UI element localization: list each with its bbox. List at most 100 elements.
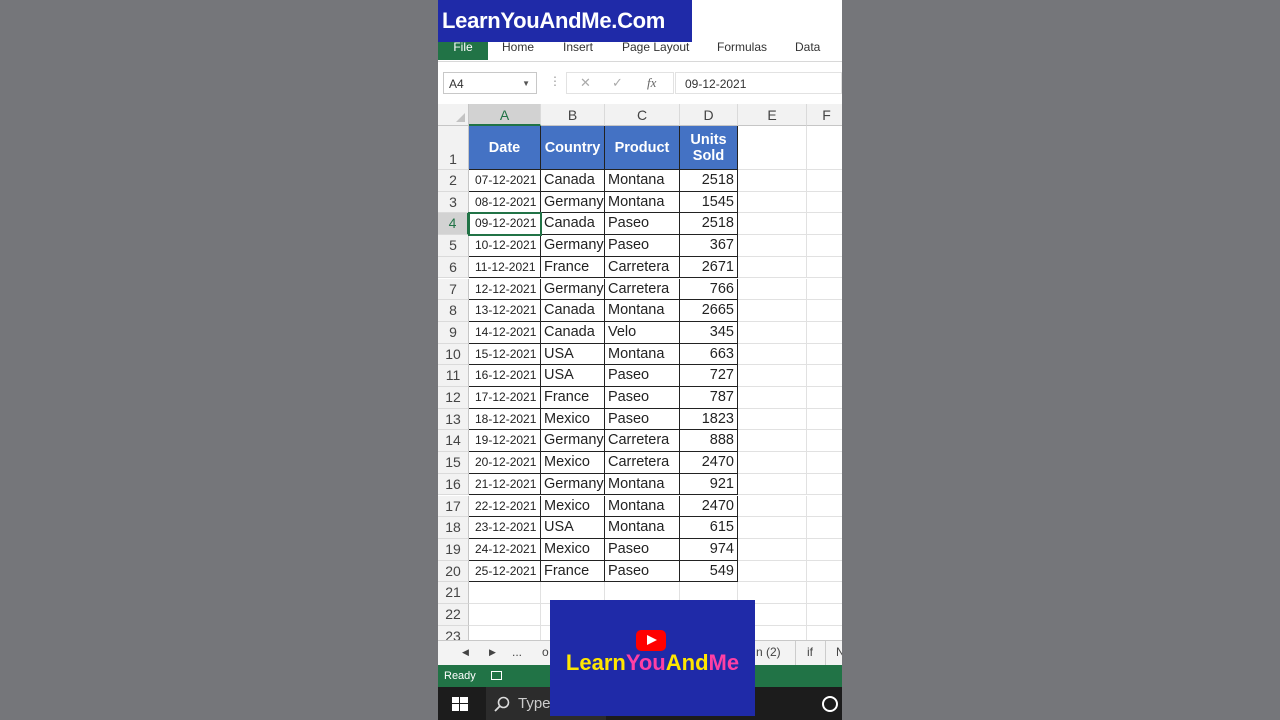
table-cell[interactable]: 15-12-2021 [469,343,541,366]
row-header-13[interactable]: 13 [438,408,469,431]
empty-cell[interactable] [738,430,807,453]
check-icon[interactable]: ✓ [612,75,623,91]
empty-cell[interactable] [807,387,842,409]
table-cell[interactable]: 663 [680,343,738,366]
row-header-15[interactable]: 15 [438,452,469,474]
empty-cell[interactable] [807,257,842,279]
table-cell[interactable]: 11-12-2021 [469,256,541,279]
table-cell[interactable]: Mexico [541,495,605,518]
table-cell[interactable]: Mexico [541,452,605,474]
empty-cell[interactable] [807,126,842,170]
empty-cell[interactable] [807,213,842,236]
table-cell[interactable]: 549 [680,560,738,583]
table-cell[interactable]: 20-12-2021 [469,452,541,474]
table-cell[interactable]: 07-12-2021 [469,170,541,192]
empty-cell[interactable] [807,430,842,453]
sheet-tab-partial[interactable]: o [542,645,549,659]
empty-cell[interactable] [738,495,807,518]
empty-cell[interactable] [807,409,842,431]
table-cell[interactable]: Paseo [605,235,680,257]
empty-cell[interactable] [738,278,807,301]
header-cell[interactable]: Product [605,126,680,170]
table-cell[interactable]: 24-12-2021 [469,538,541,561]
row-header-5[interactable]: 5 [438,235,469,257]
row-header-2[interactable]: 2 [438,170,469,192]
formula-input[interactable]: 09-12-2021 [675,72,842,94]
empty-cell[interactable] [738,191,807,214]
table-cell[interactable]: 921 [680,473,738,496]
table-cell[interactable]: 09-12-2021 [469,213,541,236]
table-cell[interactable]: France [541,560,605,583]
table-cell[interactable]: Mexico [541,538,605,561]
more-sheets-button[interactable]: ... [512,645,522,659]
table-cell[interactable]: 21-12-2021 [469,473,541,496]
tab-formulas[interactable]: Formulas [717,39,767,59]
empty-cell[interactable] [807,300,842,322]
header-cell[interactable]: Country [541,126,605,170]
chevron-down-icon[interactable]: ▼ [522,73,530,95]
empty-cell[interactable] [738,235,807,257]
table-cell[interactable]: 25-12-2021 [469,560,541,583]
table-cell[interactable]: 13-12-2021 [469,300,541,322]
table-cell[interactable]: Carretera [605,430,680,453]
empty-cell[interactable] [807,474,842,496]
column-header-b[interactable]: B [541,104,605,126]
column-header-a[interactable]: A [469,104,541,126]
table-cell[interactable]: 08-12-2021 [469,191,541,214]
table-cell[interactable]: Paseo [605,365,680,387]
empty-cell[interactable] [807,279,842,301]
column-header-e[interactable]: E [738,104,807,126]
scroll-left-icon[interactable]: ◀ [462,647,469,658]
empty-cell[interactable] [738,213,807,236]
table-cell[interactable]: Paseo [605,387,680,409]
empty-cell[interactable] [807,604,842,626]
tab-data[interactable]: Data [795,39,820,59]
table-cell[interactable]: 17-12-2021 [469,387,541,409]
row-header-9[interactable]: 9 [438,321,469,344]
column-header-d[interactable]: D [680,104,738,126]
table-cell[interactable]: 787 [680,387,738,409]
empty-cell[interactable] [738,473,807,496]
table-cell[interactable]: Montana [605,170,680,192]
scroll-right-icon[interactable]: ▶ [489,647,496,658]
row-header-11[interactable]: 11 [438,365,469,387]
table-cell[interactable]: 19-12-2021 [469,430,541,453]
empty-cell[interactable] [738,538,807,561]
macro-record-icon[interactable] [491,671,502,680]
empty-cell[interactable] [738,321,807,344]
table-cell[interactable]: 2665 [680,300,738,322]
empty-cell[interactable] [807,496,842,518]
tab-home[interactable]: Home [502,39,534,59]
table-cell[interactable]: Montana [605,473,680,496]
table-cell[interactable]: 2518 [680,170,738,192]
table-cell[interactable]: 16-12-2021 [469,365,541,387]
table-cell[interactable]: France [541,256,605,279]
table-cell[interactable]: Carretera [605,452,680,474]
table-cell[interactable]: 23-12-2021 [469,517,541,539]
row-header-1[interactable]: 1 [438,126,469,170]
empty-cell[interactable] [738,452,807,474]
row-header-7[interactable]: 7 [438,278,469,301]
table-cell[interactable]: Canada [541,321,605,344]
empty-cell[interactable] [807,582,842,604]
table-cell[interactable]: Canada [541,300,605,322]
select-all-corner[interactable] [438,104,469,126]
empty-cell[interactable] [738,170,807,192]
table-cell[interactable]: 22-12-2021 [469,495,541,518]
row-header-18[interactable]: 18 [438,517,469,539]
empty-cell[interactable] [738,560,807,583]
empty-cell[interactable] [807,561,842,583]
table-cell[interactable]: 18-12-2021 [469,408,541,431]
table-cell[interactable]: Montana [605,343,680,366]
table-cell[interactable]: Germany [541,473,605,496]
table-cell[interactable]: 10-12-2021 [469,235,541,257]
table-cell[interactable]: USA [541,365,605,387]
header-cell[interactable]: Date [469,126,541,170]
table-cell[interactable]: Canada [541,213,605,236]
table-cell[interactable]: Carretera [605,256,680,279]
table-cell[interactable]: 974 [680,538,738,561]
row-header-10[interactable]: 10 [438,343,469,366]
table-cell[interactable]: Germany [541,235,605,257]
table-cell[interactable]: 367 [680,235,738,257]
tab-insert[interactable]: Insert [563,39,593,59]
